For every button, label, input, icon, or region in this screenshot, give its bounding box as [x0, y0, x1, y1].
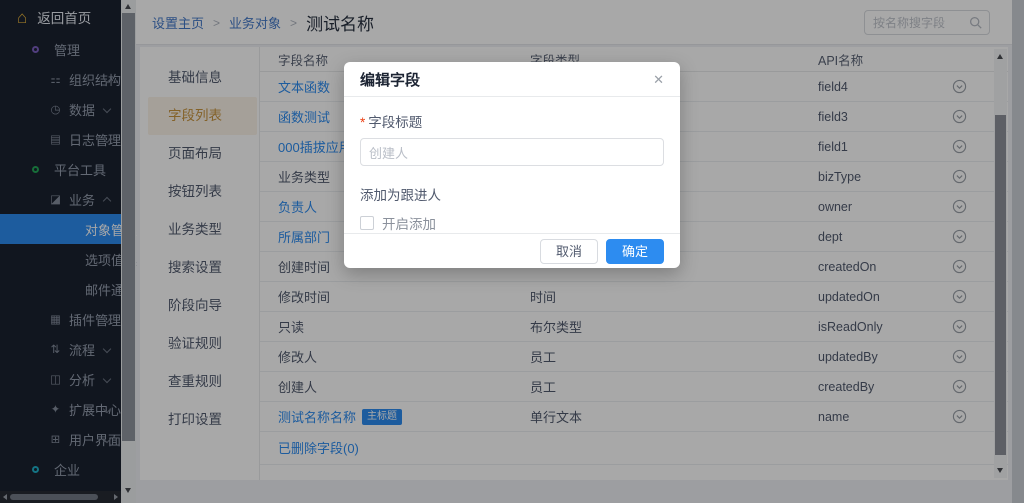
modal-title: 编辑字段 [360, 69, 420, 90]
enable-add-checkbox-row[interactable]: 开启添加 [360, 213, 664, 233]
cancel-button[interactable]: 取消 [540, 239, 598, 264]
modal-footer: 取消 确定 [344, 233, 680, 268]
modal-header: 编辑字段 ✕ [344, 62, 680, 97]
field-title-input[interactable] [360, 138, 664, 166]
enable-add-label: 开启添加 [382, 213, 436, 233]
enable-add-checkbox[interactable] [360, 216, 374, 230]
required-asterisk: * [360, 115, 365, 130]
field-title-label: *字段标题 [360, 111, 664, 131]
app-screen: ⌂ 返回首页 管理 ⚏ 组织结构 ◷ 数据 ▤ 日志管理 [0, 0, 1024, 503]
confirm-button[interactable]: 确定 [606, 239, 664, 264]
modal-body: *字段标题 添加为跟进人 开启添加 [344, 97, 680, 233]
add-as-follower-label: 添加为跟进人 [360, 184, 664, 204]
edit-field-modal: 编辑字段 ✕ *字段标题 添加为跟进人 开启添加 取消 确定 [344, 62, 680, 268]
close-icon[interactable]: ✕ [653, 73, 664, 86]
